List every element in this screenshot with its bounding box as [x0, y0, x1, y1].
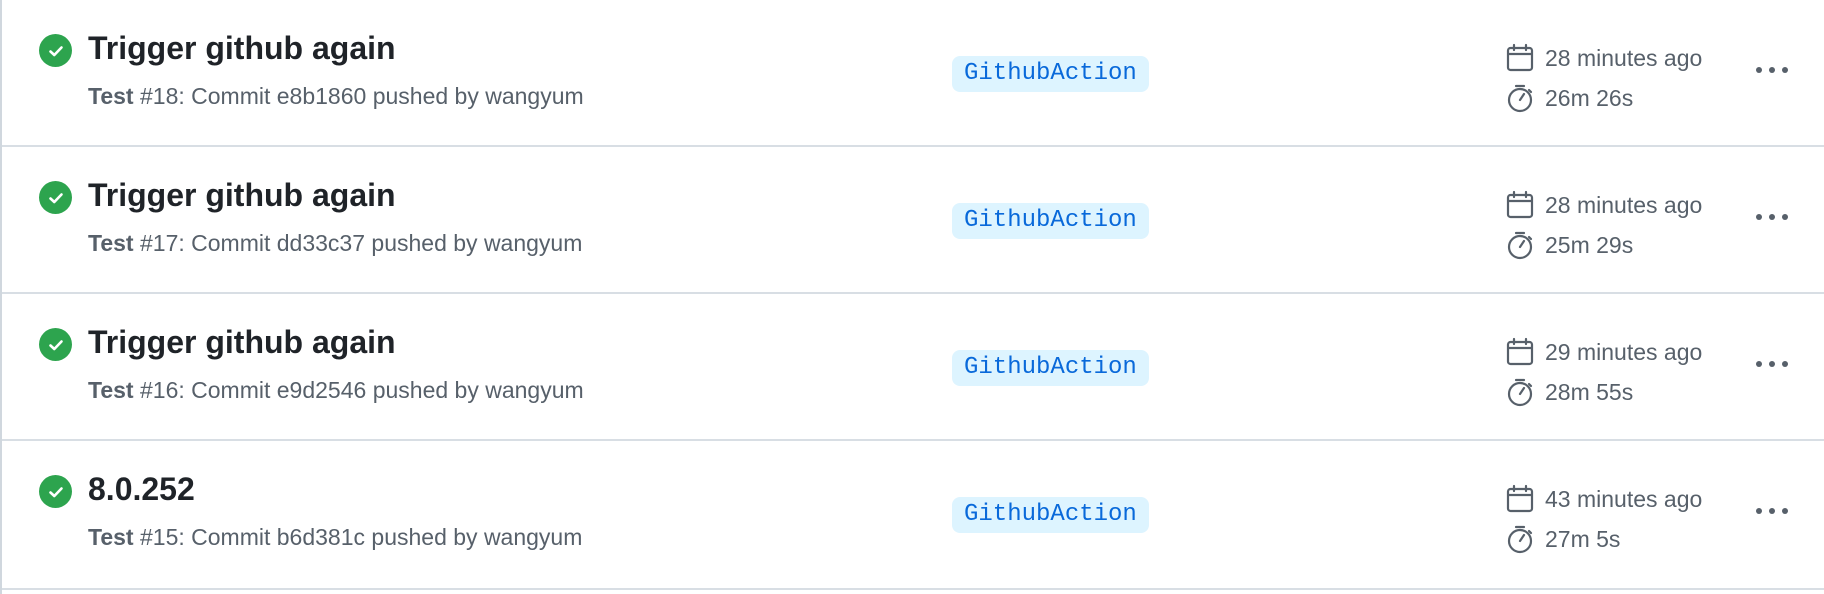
commit-sha-link[interactable]: b6d381c [277, 524, 365, 550]
calendar-icon [1506, 43, 1534, 72]
actor-link[interactable]: wangyum [485, 83, 583, 109]
run-title-link[interactable]: 8.0.252 [88, 471, 195, 508]
time-ago: 28 minutes ago [1545, 44, 1703, 71]
workflow-run-row[interactable]: 8.0.252 Test #15: Commit b6d381c pushed … [2, 441, 1824, 590]
kebab-horizontal-icon [1756, 508, 1788, 514]
run-title-link[interactable]: Trigger github again [88, 324, 396, 361]
meta-separator: : [178, 83, 192, 109]
pushed-by-text: pushed by [371, 524, 478, 550]
run-date: 28 minutes ago [1505, 38, 1725, 78]
commit-prefix: Commit [191, 230, 271, 256]
commit-sha-link[interactable]: dd33c37 [277, 230, 365, 256]
run-duration: 28m 55s [1505, 372, 1725, 412]
run-duration: 25m 29s [1505, 225, 1725, 265]
commit-prefix: Commit [191, 83, 271, 109]
workflow-name: Test [88, 377, 134, 403]
commit-prefix: Commit [191, 524, 271, 550]
actor-link[interactable]: wangyum [484, 524, 582, 550]
kebab-horizontal-icon [1756, 67, 1788, 73]
workflow-runs-list: Trigger github again Test #18: Commit e8… [0, 0, 1824, 594]
workflow-name: Test [88, 230, 134, 256]
run-number: #15 [139, 524, 179, 550]
run-meta: Test #18: Commit e8b1860 pushed by wangy… [88, 83, 584, 110]
check-circle-icon [39, 475, 72, 508]
run-date: 43 minutes ago [1505, 479, 1725, 519]
run-title-link[interactable]: Trigger github again [88, 177, 396, 214]
commit-sha-link[interactable]: e9d2546 [277, 377, 367, 403]
pushed-by-text: pushed by [372, 83, 479, 109]
run-number: #16 [139, 377, 179, 403]
actor-link[interactable]: wangyum [484, 230, 582, 256]
run-duration: 27m 5s [1505, 519, 1725, 559]
commit-prefix: Commit [191, 377, 271, 403]
kebab-horizontal-icon [1756, 214, 1788, 220]
workflow-name: Test [88, 83, 134, 109]
run-menu-button[interactable] [1752, 493, 1792, 529]
duration: 28m 55s [1545, 378, 1634, 405]
meta-separator: : [178, 524, 192, 550]
run-meta: Test #17: Commit dd33c37 pushed by wangy… [88, 230, 582, 257]
branch-badge[interactable]: GithubAction [952, 56, 1149, 92]
run-timing: 43 minutes ago 27m 5s [1505, 479, 1725, 559]
run-timing: 28 minutes ago 26m 26s [1505, 38, 1725, 118]
run-duration: 26m 26s [1505, 78, 1725, 118]
check-circle-icon [39, 181, 72, 214]
stopwatch-icon [1507, 84, 1533, 113]
calendar-icon [1506, 484, 1534, 513]
duration: 26m 26s [1545, 84, 1634, 111]
pushed-by-text: pushed by [372, 377, 479, 403]
run-meta: Test #16: Commit e9d2546 pushed by wangy… [88, 377, 584, 404]
branch-badge[interactable]: GithubAction [952, 497, 1149, 533]
kebab-horizontal-icon [1756, 361, 1788, 367]
run-date: 28 minutes ago [1505, 185, 1725, 225]
run-meta: Test #15: Commit b6d381c pushed by wangy… [88, 524, 582, 551]
stopwatch-icon [1507, 231, 1533, 260]
run-date: 29 minutes ago [1505, 332, 1725, 372]
time-ago: 29 minutes ago [1545, 338, 1703, 365]
commit-sha-link[interactable]: e8b1860 [277, 83, 367, 109]
calendar-icon [1506, 190, 1534, 219]
run-number: #17 [139, 230, 179, 256]
duration: 25m 29s [1545, 231, 1634, 258]
check-circle-icon [39, 34, 72, 67]
workflow-name: Test [88, 524, 134, 550]
stopwatch-icon [1507, 525, 1533, 554]
check-circle-icon [39, 328, 72, 361]
time-ago: 28 minutes ago [1545, 191, 1703, 218]
time-ago: 43 minutes ago [1545, 485, 1703, 512]
meta-separator: : [178, 230, 192, 256]
run-menu-button[interactable] [1752, 52, 1792, 88]
run-title-link[interactable]: Trigger github again [88, 30, 396, 67]
actor-link[interactable]: wangyum [485, 377, 583, 403]
run-timing: 28 minutes ago 25m 29s [1505, 185, 1725, 265]
workflow-run-row[interactable]: Trigger github again Test #17: Commit dd… [2, 147, 1824, 294]
pushed-by-text: pushed by [371, 230, 478, 256]
duration: 27m 5s [1545, 525, 1621, 552]
workflow-run-row[interactable]: Trigger github again Test #16: Commit e9… [2, 294, 1824, 441]
run-menu-button[interactable] [1752, 199, 1792, 235]
stopwatch-icon [1507, 378, 1533, 407]
run-menu-button[interactable] [1752, 346, 1792, 382]
run-timing: 29 minutes ago 28m 55s [1505, 332, 1725, 412]
workflow-run-row[interactable]: Trigger github again Test #18: Commit e8… [2, 0, 1824, 147]
meta-separator: : [178, 377, 192, 403]
branch-badge[interactable]: GithubAction [952, 350, 1149, 386]
branch-badge[interactable]: GithubAction [952, 203, 1149, 239]
run-number: #18 [139, 83, 179, 109]
calendar-icon [1506, 337, 1534, 366]
